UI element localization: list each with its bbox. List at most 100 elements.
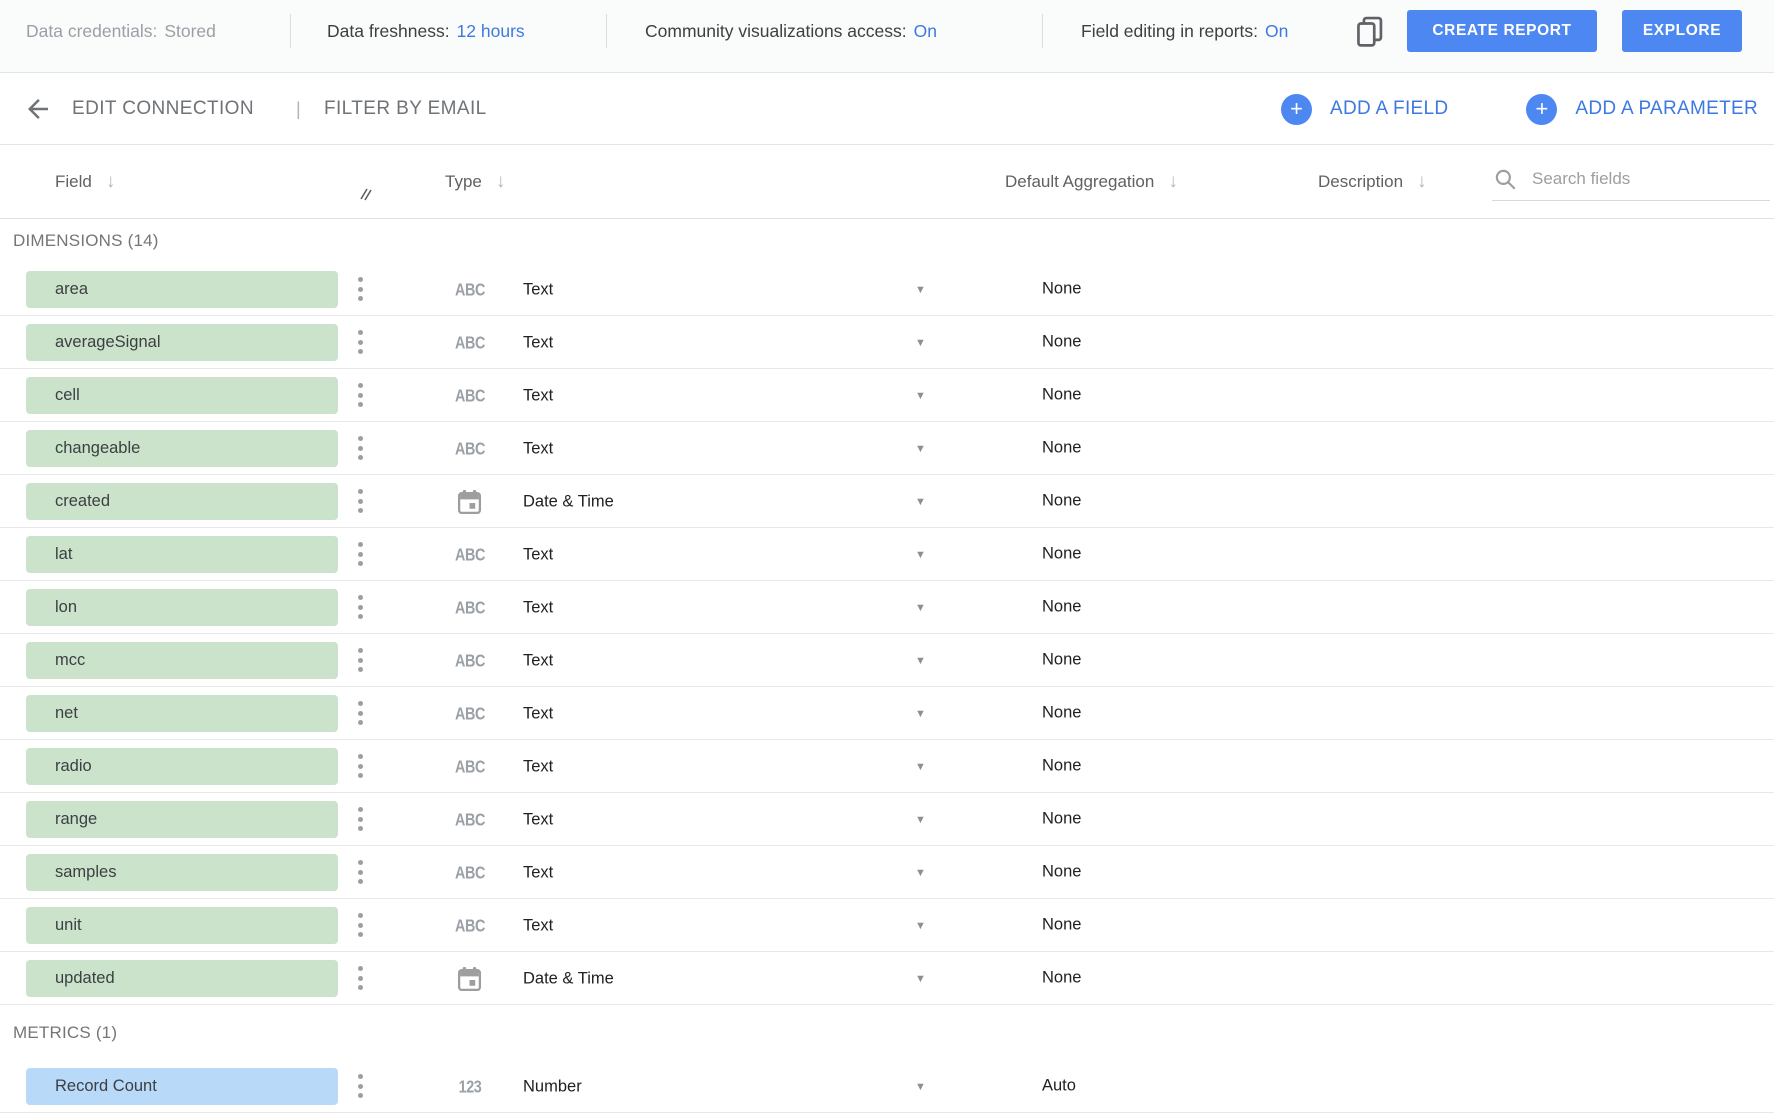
field-name-chip[interactable]: created — [26, 483, 338, 520]
more-options-icon[interactable] — [354, 962, 367, 994]
aggregation-value[interactable]: Auto — [1042, 1077, 1076, 1096]
type-dropdown[interactable]: ABC Text ▼ — [438, 740, 940, 793]
aggregation-value[interactable]: None — [1042, 969, 1081, 988]
dropdown-arrow-icon: ▼ — [915, 284, 926, 296]
type-dropdown[interactable]: Date & Time ▼ — [438, 475, 940, 528]
sort-arrow-icon[interactable]: ↓ — [106, 171, 116, 193]
text-type-icon: ABC — [444, 809, 496, 830]
field-name-chip[interactable]: Record Count — [26, 1068, 338, 1105]
field-name-chip[interactable]: radio — [26, 748, 338, 785]
add-a-field-label: ADD A FIELD — [1330, 98, 1448, 120]
field-name-chip[interactable]: net — [26, 695, 338, 732]
data-freshness-value[interactable]: 12 hours — [457, 21, 525, 42]
field-editing-value[interactable]: On — [1265, 21, 1288, 42]
data-credentials-status[interactable]: Data credentials: Stored — [26, 0, 216, 62]
column-header-aggregation[interactable]: Default Aggregation ↓ — [1005, 145, 1178, 219]
type-dropdown[interactable]: ABC Text ▼ — [438, 528, 940, 581]
text-type-icon: ABC — [444, 756, 496, 777]
data-freshness-setting[interactable]: Data freshness: 12 hours — [327, 0, 525, 62]
aggregation-value[interactable]: None — [1042, 492, 1081, 511]
aggregation-value[interactable]: None — [1042, 598, 1081, 617]
field-name-chip[interactable]: mcc — [26, 642, 338, 679]
dropdown-arrow-icon: ▼ — [915, 443, 926, 455]
aggregation-value[interactable]: None — [1042, 651, 1081, 670]
field-editing-setting[interactable]: Field editing in reports: On — [1081, 0, 1288, 62]
community-visualizations-value[interactable]: On — [914, 21, 937, 42]
copy-icon[interactable] — [1352, 13, 1388, 51]
more-options-icon[interactable] — [354, 379, 367, 411]
more-options-icon[interactable] — [354, 538, 367, 570]
sort-arrow-icon[interactable]: ↓ — [1168, 171, 1178, 193]
text-type-icon: ABC — [444, 597, 496, 618]
column-resize-handle[interactable] — [358, 187, 373, 207]
back-arrow-icon[interactable] — [22, 94, 54, 124]
search-fields-box[interactable] — [1492, 157, 1770, 201]
field-name-chip[interactable]: samples — [26, 854, 338, 891]
add-a-field-button[interactable]: + ADD A FIELD — [1281, 94, 1448, 125]
text-type-icon: ABC — [444, 332, 496, 353]
more-options-icon[interactable] — [354, 644, 367, 676]
create-report-button[interactable]: CREATE REPORT — [1407, 10, 1597, 52]
dropdown-arrow-icon: ▼ — [915, 390, 926, 402]
type-dropdown[interactable]: 123 Number ▼ — [438, 1060, 940, 1113]
field-name-chip[interactable]: unit — [26, 907, 338, 944]
explore-button[interactable]: EXPLORE — [1622, 10, 1742, 52]
edit-connection-link[interactable]: EDIT CONNECTION — [72, 73, 254, 145]
type-dropdown[interactable]: ABC Text ▼ — [438, 316, 940, 369]
field-name-chip[interactable]: range — [26, 801, 338, 838]
more-options-icon[interactable] — [354, 1070, 367, 1102]
field-name-chip[interactable]: updated — [26, 960, 338, 997]
field-name-chip[interactable]: lat — [26, 536, 338, 573]
type-dropdown[interactable]: ABC Text ▼ — [438, 793, 940, 846]
aggregation-value[interactable]: None — [1042, 757, 1081, 776]
sort-arrow-icon[interactable]: ↓ — [496, 171, 506, 193]
section-title: DIMENSIONS (14) — [0, 219, 1774, 263]
aggregation-value[interactable]: None — [1042, 863, 1081, 882]
datasource-fields-editor: Data credentials: Stored Data freshness:… — [0, 0, 1774, 1114]
more-options-icon[interactable] — [354, 591, 367, 623]
type-dropdown[interactable]: ABC Text ▼ — [438, 263, 940, 316]
field-name-label: averageSignal — [26, 324, 338, 361]
more-options-icon[interactable] — [354, 697, 367, 729]
more-options-icon[interactable] — [354, 750, 367, 782]
text-type-icon: ABC — [444, 279, 496, 300]
aggregation-value[interactable]: None — [1042, 916, 1081, 935]
field-name-chip[interactable]: lon — [26, 589, 338, 626]
more-options-icon[interactable] — [354, 273, 367, 305]
type-dropdown[interactable]: Date & Time ▼ — [438, 952, 940, 1005]
aggregation-value[interactable]: None — [1042, 439, 1081, 458]
community-visualizations-setting[interactable]: Community visualizations access: On — [645, 0, 937, 62]
text-type-icon: ABC — [444, 915, 496, 936]
field-name-chip[interactable]: area — [26, 271, 338, 308]
type-dropdown[interactable]: ABC Text ▼ — [438, 634, 940, 687]
aggregation-value[interactable]: None — [1042, 386, 1081, 405]
more-options-icon[interactable] — [354, 485, 367, 517]
add-a-parameter-button[interactable]: + ADD A PARAMETER — [1526, 94, 1758, 125]
aggregation-value[interactable]: None — [1042, 704, 1081, 723]
type-dropdown[interactable]: ABC Text ▼ — [438, 687, 940, 740]
aggregation-value[interactable]: None — [1042, 280, 1081, 299]
type-dropdown[interactable]: ABC Text ▼ — [438, 369, 940, 422]
field-name-chip[interactable]: averageSignal — [26, 324, 338, 361]
field-name-chip[interactable]: cell — [26, 377, 338, 414]
sort-arrow-icon[interactable]: ↓ — [1417, 171, 1427, 193]
type-dropdown[interactable]: ABC Text ▼ — [438, 422, 940, 475]
more-options-icon[interactable] — [354, 432, 367, 464]
more-options-icon[interactable] — [354, 856, 367, 888]
type-dropdown[interactable]: ABC Text ▼ — [438, 846, 940, 899]
aggregation-value[interactable]: None — [1042, 810, 1081, 829]
more-options-icon[interactable] — [354, 803, 367, 835]
column-header-description[interactable]: Description ↓ — [1318, 145, 1427, 219]
type-dropdown[interactable]: ABC Text ▼ — [438, 581, 940, 634]
aggregation-value[interactable]: None — [1042, 333, 1081, 352]
more-options-icon[interactable] — [354, 326, 367, 358]
filter-by-email-link[interactable]: FILTER BY EMAIL — [324, 73, 487, 145]
aggregation-value[interactable]: None — [1042, 545, 1081, 564]
field-section: METRICS (1) Record Count 123 Number ▼ Au… — [0, 1005, 1774, 1113]
column-header-type[interactable]: Type ↓ — [445, 145, 505, 219]
type-dropdown[interactable]: ABC Text ▼ — [438, 899, 940, 952]
field-name-chip[interactable]: changeable — [26, 430, 338, 467]
search-fields-input[interactable] — [1530, 168, 1740, 190]
column-header-field[interactable]: Field ↓ — [55, 145, 115, 219]
more-options-icon[interactable] — [354, 909, 367, 941]
